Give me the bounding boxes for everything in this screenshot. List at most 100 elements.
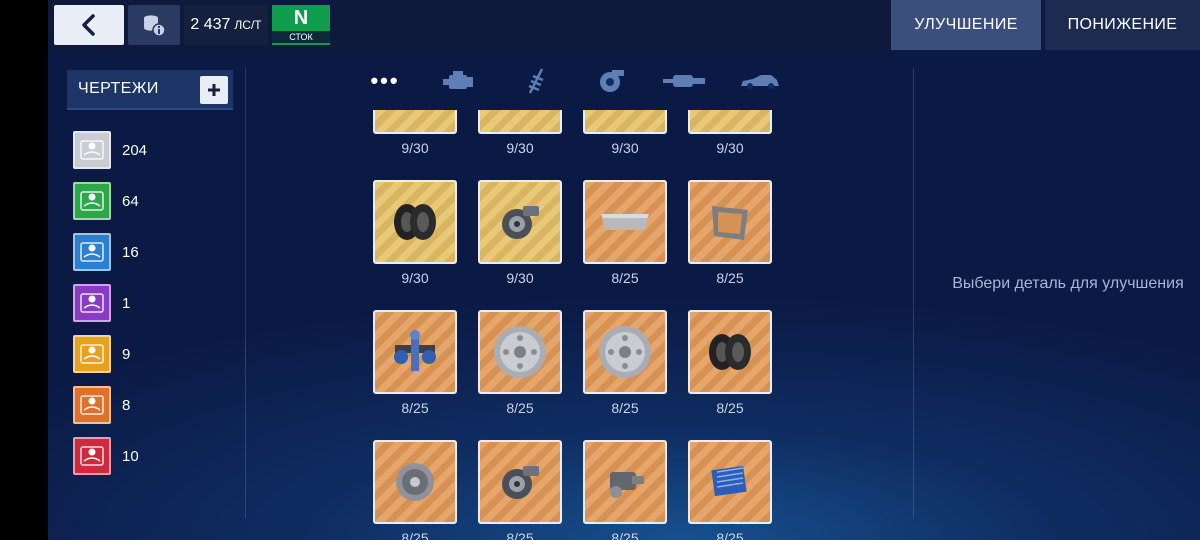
part-progress: 8/25 <box>401 400 429 416</box>
part-card[interactable] <box>478 310 562 394</box>
select-part-hint: Выбери деталь для улучшения <box>952 275 1184 292</box>
part-icon <box>395 110 435 112</box>
blueprint-count: 1 <box>122 294 131 312</box>
blueprint-row-common[interactable]: 204 <box>73 130 223 170</box>
tune-level-letter: N <box>293 6 309 29</box>
part-progress: 9/30 <box>401 270 429 286</box>
blueprint-row-orange[interactable]: 8 <box>73 385 223 425</box>
part-item[interactable]: 8/25 <box>373 440 457 540</box>
part-card[interactable] <box>583 110 667 134</box>
blueprint-row-epic[interactable]: 1 <box>73 283 223 323</box>
part-progress: 8/25 <box>506 400 534 416</box>
tires-icon <box>709 334 751 370</box>
part-card[interactable] <box>688 310 772 394</box>
clutch-icon <box>396 463 434 501</box>
car-body-icon <box>741 75 779 89</box>
part-item[interactable]: 8/25 <box>688 440 772 540</box>
category-body[interactable] <box>738 66 782 96</box>
radiator-icon <box>711 465 747 497</box>
part-item[interactable]: 8/25 <box>373 310 457 416</box>
part-item[interactable]: 9/30 <box>478 180 562 286</box>
turbo-icon <box>502 466 539 499</box>
part-card[interactable] <box>373 110 457 134</box>
part-progress: 9/30 <box>716 140 744 156</box>
part-card[interactable] <box>373 310 457 394</box>
part-item[interactable]: 8/25 <box>478 310 562 416</box>
blueprint-count: 10 <box>122 447 139 465</box>
part-card[interactable] <box>478 440 562 524</box>
part-card[interactable] <box>688 440 772 524</box>
wheel-rim-icon <box>599 326 651 378</box>
intercooler-icon <box>601 214 649 230</box>
part-card[interactable] <box>583 440 667 524</box>
part-card[interactable] <box>583 180 667 264</box>
suspension-icon <box>528 68 544 94</box>
exhaust-icon <box>663 75 705 87</box>
blueprint-row-rare[interactable]: 16 <box>73 232 223 272</box>
category-more[interactable]: ••• <box>368 66 402 96</box>
part-card[interactable] <box>373 440 457 524</box>
panel-divider <box>245 68 246 518</box>
blueprint-count: 8 <box>122 396 131 414</box>
blueprint-common-icon <box>73 131 111 169</box>
part-card[interactable] <box>583 310 667 394</box>
panel-divider <box>913 68 914 518</box>
power-value: 2 437 <box>190 16 231 33</box>
part-item[interactable]: 8/25 <box>583 440 667 540</box>
turbo-icon <box>502 206 539 239</box>
part-progress: 9/30 <box>506 140 534 156</box>
part-item[interactable]: 9/30 <box>478 110 562 156</box>
part-card[interactable] <box>688 180 772 264</box>
tune-level-badge[interactable]: N СТОК <box>272 5 330 45</box>
part-card[interactable] <box>478 110 562 134</box>
part-progress: 8/25 <box>401 530 429 540</box>
tab-upgrade[interactable]: УЛУЧШЕНИЕ <box>891 0 1041 50</box>
part-item[interactable]: 8/25 <box>583 180 667 286</box>
part-card[interactable] <box>373 180 457 264</box>
blueprint-row-legendary[interactable]: 9 <box>73 334 223 374</box>
part-item[interactable]: 8/25 <box>688 310 772 416</box>
blueprint-red-icon <box>73 437 111 475</box>
category-turbo[interactable] <box>594 66 628 96</box>
engine-icon <box>443 71 473 89</box>
turbo-icon <box>600 70 624 92</box>
tires-icon <box>394 204 436 240</box>
part-item[interactable]: 9/30 <box>583 110 667 156</box>
part-item[interactable]: 8/25 <box>688 180 772 286</box>
blueprint-count: 16 <box>122 243 139 261</box>
part-progress: 8/25 <box>716 530 744 540</box>
blueprint-count: 204 <box>122 141 148 159</box>
category-engine[interactable] <box>440 66 476 96</box>
blueprint-epic-icon <box>73 284 111 322</box>
part-icon <box>710 110 750 112</box>
part-progress: 8/25 <box>611 400 639 416</box>
top-bar: 2 437 ЛС/Т N СТОК УЛУЧШЕНИЕ ПОНИЖЕНИЕ <box>48 0 1200 50</box>
part-card[interactable] <box>688 110 772 134</box>
part-progress: 9/30 <box>401 140 429 156</box>
part-card[interactable] <box>478 180 562 264</box>
part-item[interactable]: 9/30 <box>688 110 772 156</box>
category-suspension[interactable] <box>522 66 550 96</box>
part-item[interactable]: 9/30 <box>373 110 457 156</box>
category-exhaust[interactable] <box>662 66 706 96</box>
part-item[interactable]: 8/25 <box>583 310 667 416</box>
part-item[interactable]: 9/30 <box>373 180 457 286</box>
blueprint-row-uncommon[interactable]: 64 <box>73 181 223 221</box>
back-button[interactable] <box>54 5 124 45</box>
part-item[interactable]: 8/25 <box>478 440 562 540</box>
part-progress: 8/25 <box>611 530 639 540</box>
coins-info-button[interactable] <box>128 5 180 45</box>
part-progress: 8/25 <box>611 270 639 286</box>
chevron-left-icon <box>82 14 95 36</box>
blueprint-row-red[interactable]: 10 <box>73 436 223 476</box>
part-progress: 8/25 <box>716 400 744 416</box>
blueprint-count: 64 <box>122 192 139 210</box>
blueprints-title: ЧЕРТЕЖИ <box>78 80 159 97</box>
add-blueprints-button[interactable] <box>200 76 228 104</box>
part-progress: 8/25 <box>506 530 534 540</box>
garage-upgrade-screen: 2 437 ЛС/Т N СТОК УЛУЧШЕНИЕ ПОНИЖЕНИЕ ЧЕ… <box>48 0 1200 540</box>
power-unit: ЛС/Т <box>234 18 262 32</box>
body-panel-icon <box>712 206 748 240</box>
tab-downgrade[interactable]: ПОНИЖЕНИЕ <box>1045 0 1200 50</box>
blueprint-count: 9 <box>122 345 131 363</box>
